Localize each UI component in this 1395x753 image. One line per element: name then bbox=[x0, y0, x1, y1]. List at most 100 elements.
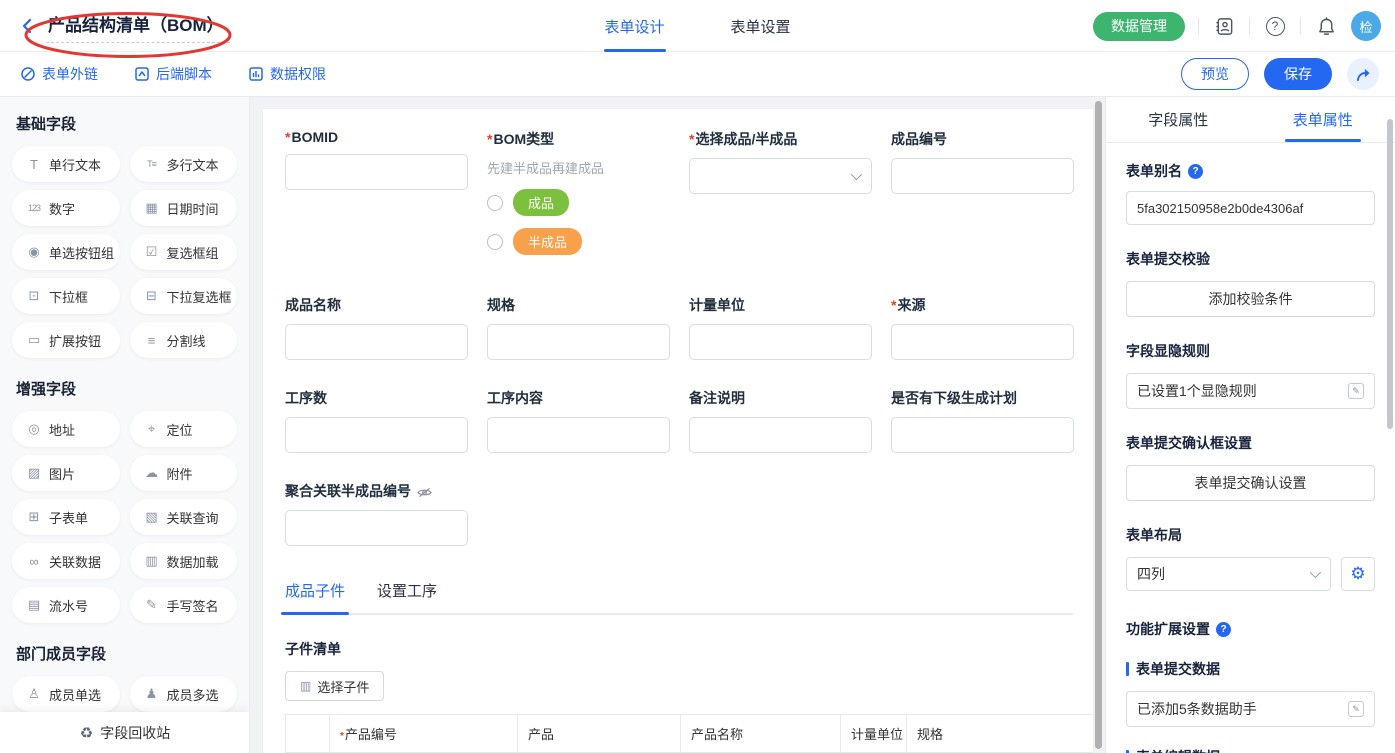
form-fields-grid: *BOMID *BOM类型 先建半成品再建成品 成品 半成品 bbox=[263, 109, 1093, 546]
field-pill-member-single[interactable]: ♙ 成员单选 bbox=[12, 676, 120, 712]
script-icon bbox=[134, 66, 150, 82]
attachment-cloud-icon: ☁ bbox=[144, 465, 160, 481]
data-permission-link[interactable]: 数据权限 bbox=[248, 64, 326, 84]
field-bom-type[interactable]: *BOM类型 先建半成品再建成品 成品 半成品 bbox=[487, 129, 670, 267]
aggregate-code-input[interactable] bbox=[285, 510, 468, 546]
add-validation-button[interactable]: 添加校验条件 bbox=[1126, 281, 1375, 317]
user-avatar[interactable]: 检 bbox=[1351, 11, 1381, 41]
process-count-input[interactable] bbox=[285, 417, 468, 453]
edit-icon[interactable]: ✎ bbox=[1348, 701, 1364, 717]
radio-circle[interactable] bbox=[487, 234, 503, 250]
preview-button[interactable]: 预览 bbox=[1181, 58, 1249, 90]
form-canvas-area: *BOMID *BOM类型 先建半成品再建成品 成品 半成品 bbox=[250, 97, 1105, 753]
submit-data-box[interactable]: 已添加5条数据助手 ✎ bbox=[1126, 691, 1375, 727]
field-pill-divider-line[interactable]: ≡ 分割线 bbox=[130, 322, 238, 358]
field-pill-single-line-text[interactable]: T 单行文本 bbox=[12, 146, 120, 182]
form-external-link[interactable]: 表单外链 bbox=[20, 64, 98, 84]
field-process-count[interactable]: 工序数 bbox=[285, 388, 468, 453]
field-pill-signature[interactable]: ✎ 手写签名 bbox=[130, 587, 238, 623]
field-pill-related-query[interactable]: ▧ 关联查询 bbox=[130, 499, 238, 535]
field-pill-serial-number[interactable]: ▤ 流水号 bbox=[12, 587, 120, 623]
remark-input[interactable] bbox=[689, 417, 872, 453]
field-pill-subform[interactable]: ⊞ 子表单 bbox=[12, 499, 120, 535]
field-pill-multi-line-text[interactable]: T≡ 多行文本 bbox=[130, 146, 238, 182]
help-icon[interactable]: ? bbox=[1216, 622, 1231, 637]
field-pill-checkbox-group[interactable]: ☑ 复选框组 bbox=[130, 234, 238, 270]
field-product-name[interactable]: 成品名称 bbox=[285, 295, 468, 360]
tab-form-design[interactable]: 表单设计 bbox=[604, 0, 664, 52]
field-pill-dropdown[interactable]: ⊡ 下拉框 bbox=[12, 278, 120, 314]
layout-select[interactable]: 四列 bbox=[1126, 557, 1331, 591]
field-pill-data-load[interactable]: ▥ 数据加载 bbox=[130, 543, 238, 579]
field-remark[interactable]: 备注说明 bbox=[689, 388, 872, 453]
layout-gear-button[interactable]: ⚙ bbox=[1341, 557, 1375, 591]
field-pill-multi-dropdown[interactable]: ⊟ 下拉复选框 bbox=[130, 278, 238, 314]
visibility-rules-box[interactable]: 已设置1个显隐规则 ✎ bbox=[1126, 373, 1375, 409]
field-pill-extend-button[interactable]: ▭ 扩展按钮 bbox=[12, 322, 120, 358]
radio-option-finished[interactable]: 成品 bbox=[487, 189, 670, 216]
multi-dropdown-icon: ⊟ bbox=[144, 288, 160, 304]
share-arrow-icon bbox=[1355, 67, 1372, 82]
field-recycle-bin[interactable]: ♻ 字段回收站 bbox=[0, 712, 250, 753]
operation-log-icon[interactable] bbox=[1212, 14, 1236, 38]
field-bomid[interactable]: *BOMID bbox=[285, 129, 468, 190]
signature-pen-icon: ✎ bbox=[144, 597, 160, 613]
source-input[interactable] bbox=[891, 324, 1074, 360]
product-name-input[interactable] bbox=[285, 324, 468, 360]
field-unit[interactable]: 计量单位 bbox=[689, 295, 872, 360]
field-pill-address[interactable]: ◎ 地址 bbox=[12, 411, 120, 447]
bomid-input[interactable] bbox=[285, 154, 468, 190]
section-title-enhanced-fields: 增强字段 bbox=[16, 378, 237, 399]
radio-circle[interactable] bbox=[487, 195, 503, 211]
radio-option-semi-finished[interactable]: 半成品 bbox=[487, 228, 670, 255]
field-process-content[interactable]: 工序内容 bbox=[487, 388, 670, 453]
tab-field-properties[interactable]: 字段属性 bbox=[1106, 97, 1251, 142]
field-pill-attachment[interactable]: ☁ 附件 bbox=[130, 455, 238, 491]
product-code-input[interactable] bbox=[891, 158, 1074, 194]
chevron-down-icon bbox=[851, 169, 862, 180]
extend-button-icon: ▭ bbox=[26, 332, 42, 348]
save-button[interactable]: 保存 bbox=[1264, 58, 1332, 90]
basic-fields-grid: T 单行文本 T≡ 多行文本 123 数字 ▦ 日期时间 ◉ 单选按钮组 ☑ 复… bbox=[12, 146, 237, 358]
field-select-product[interactable]: *选择成品/半成品 bbox=[689, 129, 872, 194]
field-pill-member-multi[interactable]: ♟ 成员多选 bbox=[130, 676, 238, 712]
field-pill-image[interactable]: ▨ 图片 bbox=[12, 455, 120, 491]
data-manage-button[interactable]: 数据管理 bbox=[1093, 12, 1185, 41]
backend-script-link[interactable]: 后端脚本 bbox=[134, 64, 212, 84]
unit-input[interactable] bbox=[689, 324, 872, 360]
has-sub-plan-input[interactable] bbox=[891, 417, 1074, 453]
spec-input[interactable] bbox=[487, 324, 670, 360]
submit-confirm-button[interactable]: 表单提交确认设置 bbox=[1126, 465, 1375, 501]
field-source[interactable]: *来源 bbox=[891, 295, 1074, 360]
field-aggregate-code[interactable]: 聚合关联半成品编号 bbox=[285, 481, 468, 546]
locate-icon: ⌖ bbox=[144, 421, 160, 437]
panel-scrollbar[interactable] bbox=[1387, 119, 1393, 429]
process-content-input[interactable] bbox=[487, 417, 670, 453]
field-spec[interactable]: 规格 bbox=[487, 295, 670, 360]
select-child-button[interactable]: ▥ 选择子件 bbox=[285, 671, 384, 701]
canvas-scrollbar[interactable] bbox=[1095, 101, 1102, 749]
back-icon[interactable] bbox=[16, 15, 38, 37]
tab-finished-children[interactable]: 成品子件 bbox=[285, 580, 345, 613]
select-product-dropdown[interactable] bbox=[689, 158, 872, 194]
multi-line-text-icon: T≡ bbox=[144, 159, 160, 169]
field-pill-location[interactable]: ⌖ 定位 bbox=[130, 411, 238, 447]
field-has-sub-plan[interactable]: 是否有下级生成计划 bbox=[891, 388, 1074, 453]
field-pill-related-data[interactable]: ∞ 关联数据 bbox=[12, 543, 120, 579]
help-icon[interactable]: ? bbox=[1263, 14, 1287, 38]
field-pill-number[interactable]: 123 数字 bbox=[12, 190, 120, 226]
tab-process-setting[interactable]: 设置工序 bbox=[377, 580, 437, 613]
subform-icon: ⊞ bbox=[26, 509, 42, 525]
help-icon[interactable]: ? bbox=[1188, 164, 1203, 179]
share-button[interactable] bbox=[1347, 58, 1379, 90]
field-pill-radio-group[interactable]: ◉ 单选按钮组 bbox=[12, 234, 120, 270]
edit-icon[interactable]: ✎ bbox=[1348, 383, 1364, 399]
notification-bell-icon[interactable] bbox=[1314, 14, 1338, 38]
tab-form-settings[interactable]: 表单设置 bbox=[731, 0, 791, 52]
field-product-code[interactable]: 成品编号 bbox=[891, 129, 1074, 194]
single-line-text-icon: T bbox=[26, 157, 42, 172]
field-pill-datetime[interactable]: ▦ 日期时间 bbox=[130, 190, 238, 226]
tab-form-properties[interactable]: 表单属性 bbox=[1251, 97, 1395, 142]
form-alias-input[interactable] bbox=[1126, 191, 1375, 225]
divider bbox=[1300, 18, 1301, 34]
